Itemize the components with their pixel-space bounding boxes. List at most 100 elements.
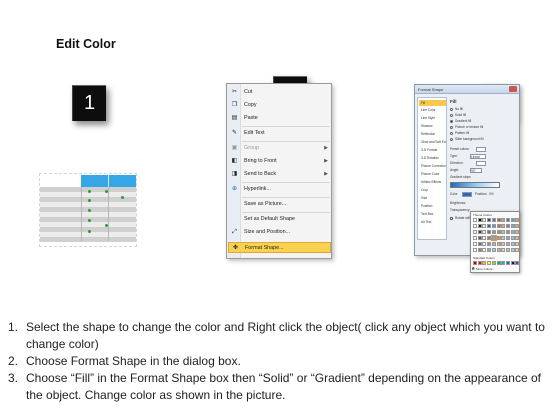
color-swatch[interactable] — [510, 218, 515, 222]
menu-item-cut[interactable]: ✂ Cut — [228, 87, 331, 98]
color-swatch[interactable] — [510, 224, 515, 228]
color-swatch[interactable] — [510, 248, 515, 252]
color-swatch[interactable] — [505, 230, 510, 234]
type-dropdown[interactable]: Linear — [470, 154, 486, 159]
radio-no-fill[interactable] — [450, 108, 453, 111]
nav-item[interactable]: Crop — [419, 187, 446, 193]
color-swatch[interactable] — [477, 218, 482, 222]
color-swatch[interactable] — [501, 236, 506, 240]
color-swatch[interactable] — [505, 242, 510, 246]
color-swatch[interactable] — [487, 242, 492, 246]
color-swatch[interactable] — [496, 224, 501, 228]
color-swatch[interactable] — [473, 236, 477, 240]
menu-item-bring-to-front[interactable]: ◧ Bring to Front ▶ — [228, 156, 331, 167]
nav-item[interactable]: 3-D Format — [419, 147, 446, 153]
color-swatch[interactable] — [477, 224, 482, 228]
preset-colors-dropdown[interactable] — [476, 147, 486, 152]
color-swatch[interactable] — [477, 248, 482, 252]
more-colors-link[interactable]: More Colors... — [476, 267, 495, 271]
standard-color-swatch[interactable] — [510, 261, 515, 265]
nav-item[interactable]: Picture Color — [419, 171, 446, 177]
nav-item[interactable]: Picture Corrections — [419, 163, 446, 169]
color-swatch[interactable] — [487, 224, 492, 228]
color-swatch[interactable] — [482, 230, 487, 234]
color-dropdown[interactable] — [462, 192, 472, 197]
color-swatch[interactable] — [473, 230, 477, 234]
color-swatch[interactable] — [510, 230, 515, 234]
color-swatch[interactable] — [491, 230, 496, 234]
menu-item-hyperlink[interactable]: ⊕ Hyperlink... — [228, 184, 331, 195]
nav-item[interactable]: 3-D Rotation — [419, 155, 446, 161]
standard-color-swatch[interactable] — [515, 261, 520, 265]
menu-item-send-to-back[interactable]: ◨ Send to Back ▶ — [228, 169, 331, 180]
color-swatch[interactable] — [491, 242, 496, 246]
angle-field[interactable]: 90° — [470, 168, 482, 173]
color-swatch[interactable] — [490, 235, 497, 241]
radio-pattern-fill[interactable] — [450, 132, 453, 135]
color-swatch[interactable] — [515, 242, 520, 246]
standard-color-swatch[interactable] — [491, 261, 496, 265]
color-swatch[interactable] — [477, 230, 482, 234]
radio-solid-fill[interactable] — [450, 114, 453, 117]
nav-item[interactable]: Artistic Effects — [419, 179, 446, 185]
nav-item[interactable]: Position — [419, 203, 446, 209]
color-swatch[interactable] — [501, 224, 506, 228]
color-swatch[interactable] — [505, 224, 510, 228]
color-swatch[interactable] — [510, 236, 515, 240]
nav-item[interactable]: Line Style — [419, 115, 446, 121]
nav-item[interactable]: Alt Text — [419, 219, 446, 225]
menu-item-set-default-shape[interactable]: Set as Default Shape — [228, 214, 331, 225]
color-swatch[interactable] — [473, 248, 477, 252]
standard-color-swatch[interactable] — [487, 261, 492, 265]
color-swatch[interactable] — [487, 248, 492, 252]
color-swatch[interactable] — [505, 236, 510, 240]
color-swatch[interactable] — [496, 230, 501, 234]
standard-color-swatch[interactable] — [496, 261, 501, 265]
color-swatch[interactable] — [496, 242, 501, 246]
color-swatch[interactable] — [473, 242, 477, 246]
menu-item-paste[interactable]: ▤ Paste — [228, 113, 331, 124]
nav-item-fill[interactable]: Fill — [419, 100, 446, 106]
color-swatch[interactable] — [501, 242, 506, 246]
color-swatch[interactable] — [515, 248, 520, 252]
color-swatch[interactable] — [482, 248, 487, 252]
color-swatch[interactable] — [487, 230, 492, 234]
color-swatch[interactable] — [491, 224, 496, 228]
menu-item-edit-text[interactable]: ✎ Edit Text — [228, 128, 331, 139]
color-swatch[interactable] — [491, 218, 496, 222]
color-swatch[interactable] — [496, 218, 501, 222]
color-swatch[interactable] — [473, 218, 477, 222]
table-shape[interactable] — [39, 173, 137, 247]
color-swatch[interactable] — [515, 218, 520, 222]
rotate-checkbox[interactable] — [450, 217, 453, 220]
color-swatch[interactable] — [501, 218, 506, 222]
color-swatch[interactable] — [496, 236, 501, 240]
nav-item[interactable]: Glow and Soft Edges — [419, 139, 446, 145]
color-swatch[interactable] — [491, 248, 496, 252]
nav-item[interactable]: Shadow — [419, 123, 446, 129]
color-swatch[interactable] — [482, 218, 487, 222]
color-swatch[interactable] — [487, 236, 492, 240]
close-icon[interactable] — [509, 86, 517, 92]
color-swatch[interactable] — [477, 236, 482, 240]
radio-slide-background-fill[interactable] — [450, 138, 453, 141]
standard-color-swatch[interactable] — [482, 261, 487, 265]
color-swatch[interactable] — [505, 218, 510, 222]
color-swatch[interactable] — [487, 218, 492, 222]
radio-picture-fill[interactable] — [450, 126, 453, 129]
color-swatch[interactable] — [477, 242, 482, 246]
menu-item-save-as-picture[interactable]: Save as Picture... — [228, 199, 331, 210]
color-swatch[interactable] — [473, 224, 477, 228]
standard-color-swatch[interactable] — [505, 261, 510, 265]
color-swatch[interactable] — [515, 236, 520, 240]
color-swatch[interactable] — [510, 242, 515, 246]
nav-item[interactable]: Reflection — [419, 131, 446, 137]
color-swatch[interactable] — [515, 230, 520, 234]
color-swatch[interactable] — [482, 224, 487, 228]
radio-gradient-fill[interactable] — [450, 120, 453, 123]
gradient-stops-bar[interactable] — [450, 182, 500, 188]
color-swatch[interactable] — [505, 248, 510, 252]
direction-dropdown[interactable] — [476, 161, 486, 166]
color-swatch[interactable] — [501, 248, 506, 252]
menu-item-format-shape[interactable]: ✤ Format Shape... — [228, 242, 331, 253]
